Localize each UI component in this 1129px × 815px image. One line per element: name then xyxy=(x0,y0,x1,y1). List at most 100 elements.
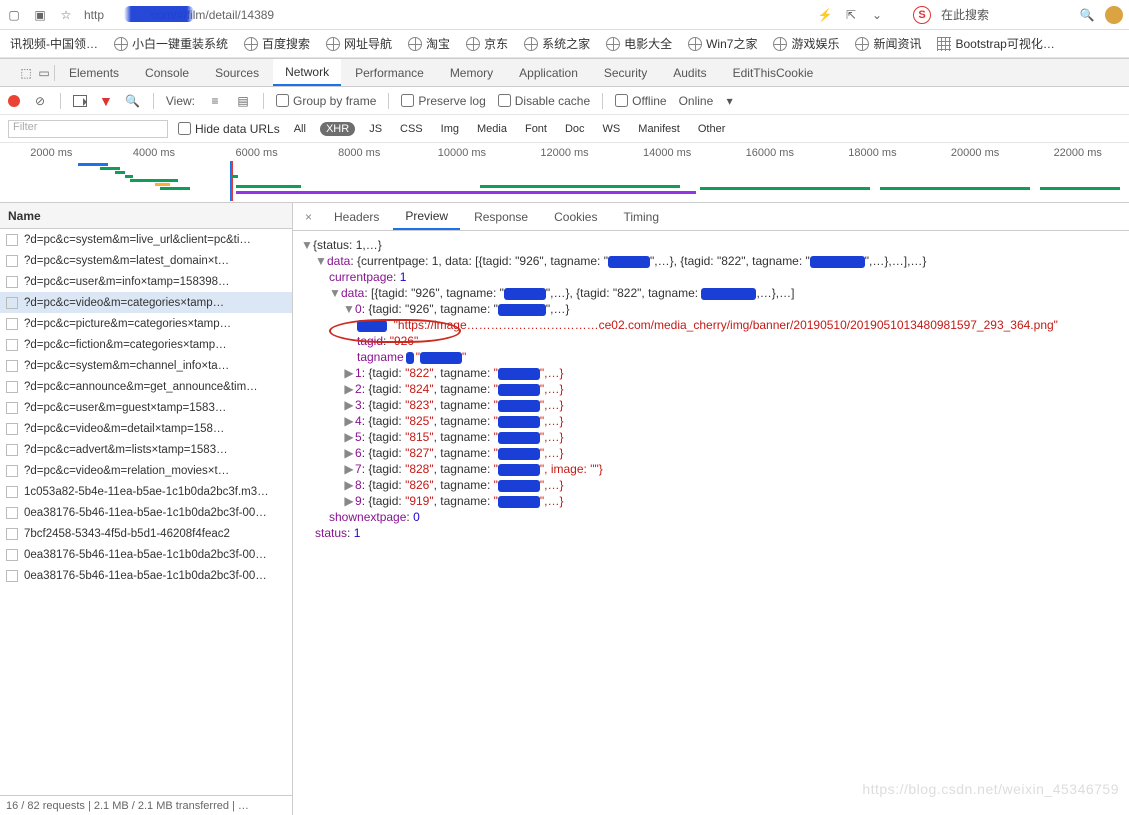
filter-css[interactable]: CSS xyxy=(396,122,427,136)
tab-sources[interactable]: Sources xyxy=(203,59,271,86)
request-row[interactable]: 1c053a82-5b4e-11ea-b5ae-1c1b0da2bc3f.m3… xyxy=(0,481,292,502)
request-row[interactable]: ?d=pc&c=fiction&m=categories×tamp… xyxy=(0,334,292,355)
search-icon[interactable]: 🔍 xyxy=(1079,7,1095,23)
triangle-icon[interactable]: ▼ xyxy=(343,301,355,317)
filter-img[interactable]: Img xyxy=(437,122,463,136)
filter-input[interactable]: Filter xyxy=(8,120,168,138)
json-row[interactable]: ▶8: {tagid: "826", tagname: "",…} xyxy=(301,477,1121,493)
hide-data-urls-checkbox[interactable]: Hide data URLs xyxy=(178,122,280,136)
filter-font[interactable]: Font xyxy=(521,122,551,136)
search-icon[interactable]: 🔍 xyxy=(125,93,141,109)
request-row[interactable]: ?d=pc&c=system&m=live_url&client=pc&ti… xyxy=(0,229,292,250)
bookmark-item[interactable]: 游戏娱乐 xyxy=(767,33,845,54)
tab-memory[interactable]: Memory xyxy=(438,59,505,86)
request-row[interactable]: ?d=pc&c=video&m=relation_movies×t… xyxy=(0,460,292,481)
throttling-select[interactable]: Online ▾ xyxy=(679,94,733,108)
share-icon[interactable]: ⇱ xyxy=(843,7,859,23)
tab-performance[interactable]: Performance xyxy=(343,59,436,86)
view-list-icon[interactable]: ≡ xyxy=(207,93,223,109)
record-icon[interactable] xyxy=(8,95,20,107)
tab-preview[interactable]: Preview xyxy=(393,203,460,230)
tab-security[interactable]: Security xyxy=(592,59,659,86)
bookmark-item[interactable]: 网址导航 xyxy=(320,33,398,54)
filter-all[interactable]: All xyxy=(290,122,310,136)
bolt-icon[interactable]: ⚡ xyxy=(817,7,833,23)
request-row[interactable]: ?d=pc&c=system&m=latest_domain×t… xyxy=(0,250,292,271)
filter-ws[interactable]: WS xyxy=(599,122,625,136)
tab-elements[interactable]: Elements xyxy=(57,59,131,86)
request-row[interactable]: ?d=pc&c=video&m=detail×tamp=158… xyxy=(0,418,292,439)
group-by-frame-checkbox[interactable]: Group by frame xyxy=(276,94,376,108)
triangle-icon[interactable]: ▼ xyxy=(315,253,327,269)
filter-xhr[interactable]: XHR xyxy=(320,122,355,136)
triangle-icon[interactable]: ▼ xyxy=(329,285,341,301)
request-row[interactable]: 0ea38176-5b46-11ea-b5ae-1c1b0da2bc3f-00… xyxy=(0,544,292,565)
json-preview[interactable]: ▼{status: 1,…} ▼data: {currentpage: 1, d… xyxy=(293,231,1129,815)
json-row[interactable]: ▶4: {tagid: "825", tagname: "",…} xyxy=(301,413,1121,429)
triangle-icon[interactable]: ▶ xyxy=(343,461,355,477)
triangle-icon[interactable]: ▶ xyxy=(343,397,355,413)
json-row[interactable]: ▶6: {tagid: "827", tagname: "",…} xyxy=(301,445,1121,461)
view-frame-icon[interactable]: ▤ xyxy=(235,93,251,109)
filter-js[interactable]: JS xyxy=(365,122,386,136)
camera-icon[interactable] xyxy=(73,95,87,107)
json-row[interactable]: ▶5: {tagid: "815", tagname: "",…} xyxy=(301,429,1121,445)
read-icon[interactable]: ▣ xyxy=(32,7,48,23)
preserve-log-checkbox[interactable]: Preserve log xyxy=(401,94,485,108)
bookmark-item[interactable]: Bootstrap可视化… xyxy=(931,33,1060,54)
json-row[interactable]: ▶9: {tagid: "919", tagname: "",…} xyxy=(301,493,1121,509)
bookmark-item[interactable]: Win7之家 xyxy=(682,33,763,54)
triangle-icon[interactable]: ▶ xyxy=(343,477,355,493)
triangle-icon[interactable]: ▶ xyxy=(343,381,355,397)
search-placeholder[interactable]: 在此搜索 xyxy=(941,6,989,23)
tab-cookies[interactable]: Cookies xyxy=(542,203,609,230)
json-row[interactable]: ▶3: {tagid: "823", tagname: "",…} xyxy=(301,397,1121,413)
filter-doc[interactable]: Doc xyxy=(561,122,589,136)
bookmark-item[interactable]: 淘宝 xyxy=(402,33,456,54)
tab-application[interactable]: Application xyxy=(507,59,590,86)
bookmark-item[interactable]: 新闻资讯 xyxy=(849,33,927,54)
request-row[interactable]: ?d=pc&c=user&m=info×tamp=158398… xyxy=(0,271,292,292)
request-row[interactable]: ?d=pc&c=announce&m=get_announce&tim… xyxy=(0,376,292,397)
clear-icon[interactable]: ⊘ xyxy=(32,93,48,109)
tab-response[interactable]: Response xyxy=(462,203,540,230)
chevron-down-icon[interactable]: ⌄ xyxy=(869,7,885,23)
filter-manifest[interactable]: Manifest xyxy=(634,122,684,136)
request-row[interactable]: 0ea38176-5b46-11ea-b5ae-1c1b0da2bc3f-00… xyxy=(0,565,292,586)
inspect-icon[interactable]: ⬚ xyxy=(18,65,34,81)
triangle-icon[interactable]: ▼ xyxy=(301,237,313,253)
triangle-icon[interactable]: ▶ xyxy=(343,493,355,509)
bookmark-item[interactable]: 小白一键重装系统 xyxy=(108,33,234,54)
request-row[interactable]: ?d=pc&c=video&m=categories×tamp… xyxy=(0,292,292,313)
tab-console[interactable]: Console xyxy=(133,59,201,86)
tab-audits[interactable]: Audits xyxy=(661,59,718,86)
request-row[interactable]: ?d=pc&c=picture&m=categories×tamp… xyxy=(0,313,292,334)
triangle-icon[interactable]: ▶ xyxy=(343,365,355,381)
address-bar[interactable]: http com/#/film/detail/14389 xyxy=(84,8,274,22)
triangle-icon[interactable]: ▶ xyxy=(343,413,355,429)
tab-headers[interactable]: Headers xyxy=(322,203,391,230)
triangle-icon[interactable]: ▶ xyxy=(343,445,355,461)
bookmark-item[interactable]: 电影大全 xyxy=(600,33,678,54)
json-row[interactable]: ▶7: {tagid: "828", tagname: "", image: "… xyxy=(301,461,1121,477)
cookie-icon[interactable] xyxy=(1105,6,1123,24)
sogou-icon[interactable]: S xyxy=(913,6,931,24)
tab-editthiscookie[interactable]: EditThisCookie xyxy=(721,59,826,86)
filter-other[interactable]: Other xyxy=(694,122,730,136)
offline-checkbox[interactable]: Offline xyxy=(615,94,666,108)
request-row[interactable]: ?d=pc&c=system&m=channel_info×ta… xyxy=(0,355,292,376)
back-icon[interactable]: ▢ xyxy=(6,7,22,23)
timeline-overview[interactable]: 2000 ms4000 ms6000 ms8000 ms10000 ms1200… xyxy=(0,143,1129,203)
bookmark-item[interactable]: 系统之家 xyxy=(518,33,596,54)
star-icon[interactable]: ☆ xyxy=(58,7,74,23)
name-column-header[interactable]: Name xyxy=(0,203,292,229)
device-icon[interactable]: ▭ xyxy=(36,65,52,81)
request-row[interactable]: ?d=pc&c=user&m=guest×tamp=1583… xyxy=(0,397,292,418)
request-row[interactable]: ?d=pc&c=advert&m=lists×tamp=1583… xyxy=(0,439,292,460)
tab-network[interactable]: Network xyxy=(273,59,341,86)
json-row[interactable]: ▶1: {tagid: "822", tagname: "",…} xyxy=(301,365,1121,381)
bookmark-item[interactable]: 京东 xyxy=(460,33,514,54)
bookmark-item[interactable]: 讯视频-中国领… xyxy=(4,33,104,54)
request-row[interactable]: 7bcf2458-5343-4f5d-b5d1-46208f4feac2 xyxy=(0,523,292,544)
filter-media[interactable]: Media xyxy=(473,122,511,136)
